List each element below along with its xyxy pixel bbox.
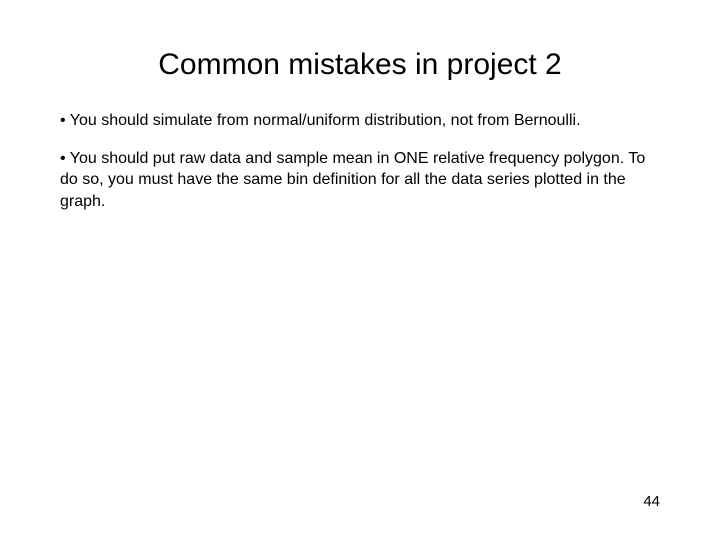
slide-title: Common mistakes in project 2 [60, 48, 660, 82]
bullet-point: • You should simulate from normal/unifor… [60, 110, 660, 132]
slide-container: Common mistakes in project 2 • You shoul… [0, 0, 720, 540]
bullet-point: • You should put raw data and sample mea… [60, 148, 660, 213]
page-number: 44 [643, 493, 660, 510]
